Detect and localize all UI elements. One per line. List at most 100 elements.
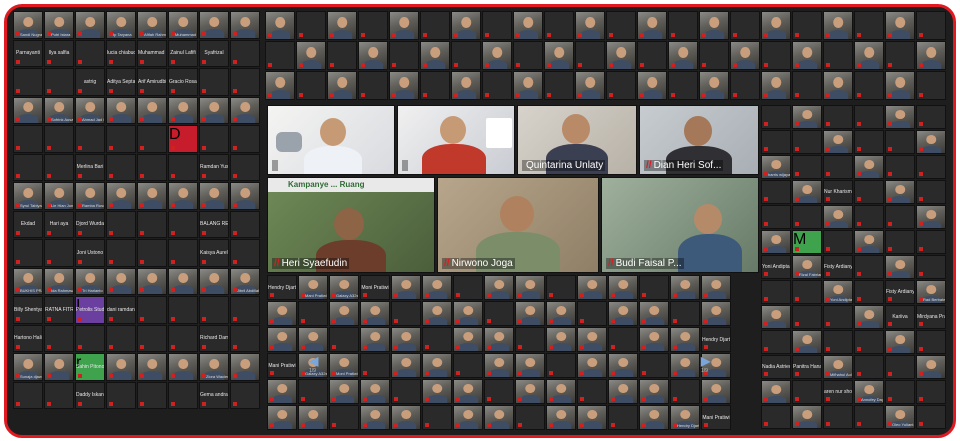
participant-tile[interactable] — [916, 180, 946, 204]
participant-tile[interactable] — [358, 41, 388, 70]
participant-tile[interactable] — [13, 239, 43, 267]
participant-tile[interactable]: Yoni Andipta, ST... — [823, 280, 853, 304]
participant-tile[interactable] — [298, 327, 328, 352]
participant-tile[interactable]: Ziora Wacierbara... — [199, 353, 229, 381]
participant-tile[interactable] — [515, 327, 545, 352]
participant-tile[interactable] — [761, 71, 791, 100]
participant-tile[interactable] — [761, 41, 791, 70]
participant-tile[interactable] — [391, 301, 421, 326]
participant-tile[interactable] — [885, 180, 915, 204]
participant-tile[interactable] — [577, 405, 607, 430]
participant-tile[interactable] — [515, 379, 545, 404]
participant-tile[interactable] — [420, 71, 450, 100]
participant-tile[interactable] — [761, 130, 791, 154]
participant-tile[interactable] — [389, 11, 419, 40]
participant-tile[interactable] — [761, 330, 791, 354]
participant-tile[interactable] — [608, 327, 638, 352]
participant-tile[interactable] — [199, 68, 229, 96]
participant-tile[interactable] — [199, 296, 229, 324]
next-page-button[interactable]: ▶ — [701, 354, 710, 368]
participant-tile[interactable] — [168, 296, 198, 324]
participant-tile[interactable] — [453, 405, 483, 430]
participant-tile[interactable]: Hari aya — [44, 210, 74, 238]
participant-tile[interactable] — [482, 11, 512, 40]
participant-tile[interactable]: Annofey Dayu — [854, 380, 884, 404]
participant-tile[interactable] — [358, 11, 388, 40]
prev-page-button[interactable]: ◀ — [309, 354, 318, 368]
participant-tile[interactable] — [854, 11, 884, 40]
participant-tile[interactable] — [639, 275, 669, 300]
participant-tile[interactable] — [391, 379, 421, 404]
participant-tile[interactable] — [792, 280, 822, 304]
participant-tile[interactable] — [854, 305, 884, 329]
participant-tile[interactable] — [168, 153, 198, 181]
participant-tile[interactable]: Ramdan Yusuf — [199, 153, 229, 181]
participant-tile[interactable]: Hendry Djarthadio — [701, 327, 731, 352]
participant-tile[interactable] — [792, 380, 822, 404]
participant-tile[interactable] — [606, 11, 636, 40]
participant-tile[interactable] — [75, 39, 105, 67]
participant-tile[interactable] — [916, 355, 946, 379]
participant-tile[interactable] — [916, 41, 946, 70]
participant-tile[interactable] — [230, 125, 260, 153]
participant-tile[interactable] — [168, 182, 198, 210]
participant-tile[interactable] — [230, 11, 260, 39]
participant-tile[interactable] — [792, 305, 822, 329]
participant-tile[interactable] — [639, 353, 669, 378]
participant-tile[interactable] — [44, 353, 74, 381]
participant-tile[interactable]: Mirdyana Praya... — [916, 305, 946, 329]
participant-tile[interactable]: Rad Berbate Ya... — [916, 280, 946, 304]
participant-tile[interactable] — [885, 130, 915, 154]
participant-tile[interactable] — [577, 327, 607, 352]
participant-tile[interactable] — [267, 327, 297, 352]
participant-tile[interactable]: lucia chiabudi — [106, 39, 136, 67]
participant-tile[interactable] — [792, 105, 822, 129]
participant-tile[interactable] — [44, 68, 74, 96]
participant-tile[interactable]: Tri Harianto — [75, 267, 105, 295]
participant-tile[interactable]: Mifhahul Aulia — [823, 355, 853, 379]
participant-tile[interactable] — [422, 379, 452, 404]
featured-video-1[interactable] — [267, 105, 395, 175]
participant-tile[interactable] — [44, 125, 74, 153]
participant-tile[interactable]: Nur Kharismaw... — [823, 180, 853, 204]
participant-tile[interactable] — [916, 205, 946, 229]
participant-tile[interactable] — [854, 205, 884, 229]
participant-tile[interactable] — [13, 96, 43, 124]
participant-tile[interactable]: Muhammad Ya... — [168, 11, 198, 39]
participant-tile[interactable] — [265, 71, 295, 100]
participant-tile[interactable] — [544, 41, 574, 70]
participant-tile[interactable] — [391, 353, 421, 378]
participant-tile[interactable] — [199, 11, 229, 39]
participant-tile[interactable]: Mani Pratiwi — [701, 405, 731, 430]
participant-tile[interactable] — [854, 255, 884, 279]
participant-tile[interactable] — [453, 327, 483, 352]
participant-tile[interactable] — [885, 71, 915, 100]
participant-tile[interactable] — [75, 11, 105, 39]
participant-tile[interactable] — [608, 301, 638, 326]
participant-tile[interactable]: Jibril Abdillah — [230, 267, 260, 295]
participant-tile[interactable] — [916, 330, 946, 354]
participant-tile[interactable] — [44, 153, 74, 181]
participant-tile[interactable] — [389, 71, 419, 100]
participant-tile[interactable] — [230, 324, 260, 352]
participant-tile[interactable] — [230, 353, 260, 381]
participant-tile[interactable] — [670, 379, 700, 404]
participant-tile[interactable] — [327, 41, 357, 70]
participant-tile[interactable] — [298, 301, 328, 326]
participant-tile[interactable]: Djord Wurdan — [75, 210, 105, 238]
participant-tile[interactable] — [916, 155, 946, 179]
participant-tile[interactable] — [106, 96, 136, 124]
participant-tile[interactable]: Yoni Andipta, ST... — [761, 255, 791, 279]
participant-tile[interactable] — [823, 305, 853, 329]
participant-tile[interactable] — [515, 301, 545, 326]
participant-tile[interactable] — [137, 296, 167, 324]
participant-tile[interactable] — [608, 379, 638, 404]
participant-tile[interactable] — [761, 305, 791, 329]
participant-tile[interactable] — [577, 301, 607, 326]
participant-tile[interactable] — [13, 125, 43, 153]
participant-tile[interactable] — [422, 275, 452, 300]
participant-tile[interactable] — [265, 11, 295, 40]
participant-tile[interactable] — [637, 11, 667, 40]
participant-tile[interactable] — [699, 71, 729, 100]
participant-tile[interactable] — [44, 239, 74, 267]
